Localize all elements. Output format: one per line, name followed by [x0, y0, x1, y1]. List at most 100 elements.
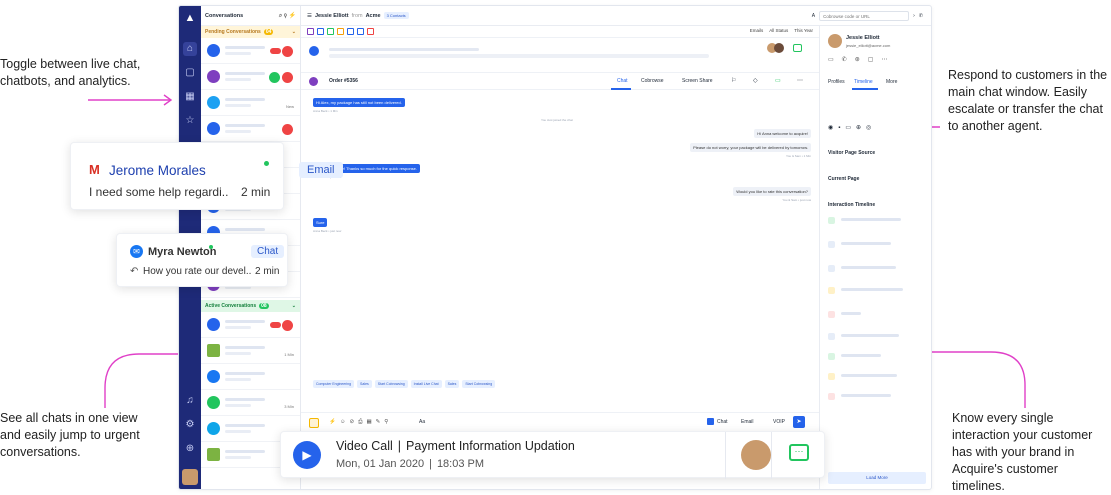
menu-icon[interactable]: ☰ [307, 13, 312, 19]
pending-header[interactable]: Pending Conversations 04 ⌄ [201, 26, 300, 38]
myra-preview: How you rate our devel... [143, 266, 251, 277]
list-item[interactable] [201, 364, 300, 390]
phone-icon[interactable]: ✆ [919, 13, 923, 19]
format-button[interactable]: Aa [419, 419, 425, 425]
video-camera-icon: ▶ [293, 441, 321, 469]
header-company: Acme [365, 12, 381, 19]
reply-icon: ↶ [130, 266, 139, 277]
chat-preview-row[interactable] [301, 38, 819, 73]
tab-profiles[interactable]: Profiles [828, 79, 845, 85]
pending-count: 04 [263, 29, 274, 35]
compose-chat[interactable]: Chat [717, 419, 728, 425]
timeline-item[interactable] [828, 392, 924, 402]
composer-tools-icon[interactable]: ⚡☺⊘⎙▦✎⚲ [329, 419, 392, 426]
timeline-item[interactable] [828, 352, 924, 362]
timeline-item[interactable] [828, 264, 924, 274]
video-call-title: Video Call [336, 439, 393, 453]
send-button[interactable]: ➤ [793, 416, 805, 428]
online-indicator [209, 245, 213, 249]
filter-emails[interactable]: Emails [750, 28, 764, 33]
caller-avatar [741, 440, 771, 470]
chatbot-icon[interactable]: ▢ [183, 66, 197, 80]
settings-icon[interactable]: ⚙ [183, 418, 197, 432]
jerome-name: Jerome Morales [109, 163, 206, 178]
integrations-icon[interactable]: ⊕ [183, 442, 197, 456]
list-item[interactable]: 1 Min [201, 338, 300, 364]
cobrowse-input[interactable] [819, 11, 910, 21]
filter-icon[interactable] [327, 28, 334, 35]
tag-chip[interactable]: Start Cobrowsing [462, 380, 496, 388]
compose-voip[interactable]: VOIP [773, 419, 785, 425]
chevron-right-icon[interactable]: › [913, 13, 915, 19]
video-call-card[interactable]: ▶ Video Call | Payment Information Updat… [280, 431, 825, 479]
transfer-icon[interactable]: ▭ [775, 77, 781, 84]
timeline-item[interactable] [828, 240, 924, 250]
profile-actions-icon[interactable]: ▭✆⊛▢⋯ [828, 56, 895, 63]
customer-avatar [828, 34, 842, 48]
list-item[interactable] [201, 312, 300, 338]
jerome-notification-card[interactable]: M Jerome Morales Email I need some help … [70, 142, 343, 210]
conversations-title: Conversations [205, 12, 244, 19]
timeline-item[interactable] [828, 310, 924, 320]
analytics-icon[interactable]: ▦ [183, 90, 197, 104]
tag-chip[interactable]: Start Cobrowsing [374, 380, 408, 388]
list-item[interactable] [201, 116, 300, 142]
message-icon[interactable] [793, 44, 802, 52]
tab-cobrowse[interactable]: Cobrowse [641, 78, 664, 84]
chat-bubble-icon[interactable]: ⋯ [789, 444, 809, 461]
myra-notification-card[interactable]: ✉ Myra Newton Chat ↶ How you rate our de… [116, 233, 288, 287]
list-item[interactable]: New [201, 90, 300, 116]
tag-chip[interactable]: Sales [357, 380, 372, 388]
timeline-item[interactable] [828, 372, 924, 382]
compose-email[interactable]: Email [741, 419, 754, 425]
search-icon[interactable]: ⌕ ⚲ ⚡ [279, 12, 296, 20]
timeline-item[interactable] [828, 286, 924, 296]
filter-icon[interactable] [347, 28, 354, 35]
star-icon[interactable]: ☆ [183, 114, 197, 128]
list-item[interactable] [201, 64, 300, 90]
filter-icon[interactable] [307, 28, 314, 35]
customer-name: Jessie Elliott [846, 35, 880, 41]
order-avatar [309, 77, 318, 86]
compose-mode-icon[interactable] [309, 418, 319, 428]
timeline-item[interactable] [828, 216, 924, 226]
tab-timeline[interactable]: Timeline [854, 79, 873, 85]
home-icon[interactable]: ⌂ [183, 42, 197, 56]
filter-icon[interactable] [367, 28, 374, 35]
tag-icon[interactable]: ◇ [753, 77, 758, 84]
interaction-timeline-label: Interaction Timeline [828, 202, 876, 208]
load-more-button[interactable]: Load More [828, 472, 926, 484]
contacts-badge[interactable]: 3 Contacts [383, 12, 409, 19]
filter-period[interactable]: This Year [794, 28, 813, 33]
filter-status[interactable]: All Status [769, 28, 788, 33]
tag-chip[interactable]: Sales [444, 380, 460, 388]
chat-badge: Chat [251, 245, 285, 258]
message-customer: Hi Alex, my package has still not been d… [313, 98, 405, 107]
message-agent: Please do not worry, your package will b… [690, 143, 811, 152]
filter-icon[interactable] [357, 28, 364, 35]
tab-screen-share[interactable]: Screen Share [682, 78, 713, 84]
chat-window: Order #5356 Chat Cobrowse Screen Share ⚐… [301, 38, 819, 489]
list-item[interactable] [201, 38, 300, 64]
customer-profile-panel: Jessie Elliott jessie_elliott@acme.com ▭… [819, 26, 931, 489]
more-icon[interactable]: ⋯ [797, 77, 803, 84]
chevron-down-icon[interactable]: ⌄ [292, 29, 296, 35]
chat-checkbox[interactable] [707, 418, 714, 425]
composer: ⚡☺⊘⎙▦✎⚲ Aa Chat Email VOIP ➤ [301, 412, 819, 432]
tab-more[interactable]: More [886, 79, 897, 85]
agent-avatar[interactable] [182, 469, 198, 485]
tag-chip[interactable]: Computer Engineering [313, 380, 355, 388]
list-item[interactable]: 3 Min [201, 390, 300, 416]
quick-tags: Computer Engineering Sales Start Cobrowsin… [313, 372, 498, 390]
jerome-time: 2 min [241, 185, 271, 199]
chevron-down-icon[interactable]: ⌄ [292, 303, 296, 309]
notification-icon[interactable]: ♫ [183, 394, 197, 408]
tag-chip[interactable]: Install Live Chat [410, 380, 442, 388]
timeline-item[interactable] [828, 332, 924, 342]
filter-icon[interactable] [337, 28, 344, 35]
filter-icon[interactable] [317, 28, 324, 35]
active-header[interactable]: Active Conversations 08 ⌄ [201, 300, 300, 312]
tab-chat[interactable]: Chat [617, 78, 628, 84]
translate-icon[interactable]: A [812, 13, 815, 19]
translate-icon[interactable]: ⚐ [731, 77, 736, 84]
